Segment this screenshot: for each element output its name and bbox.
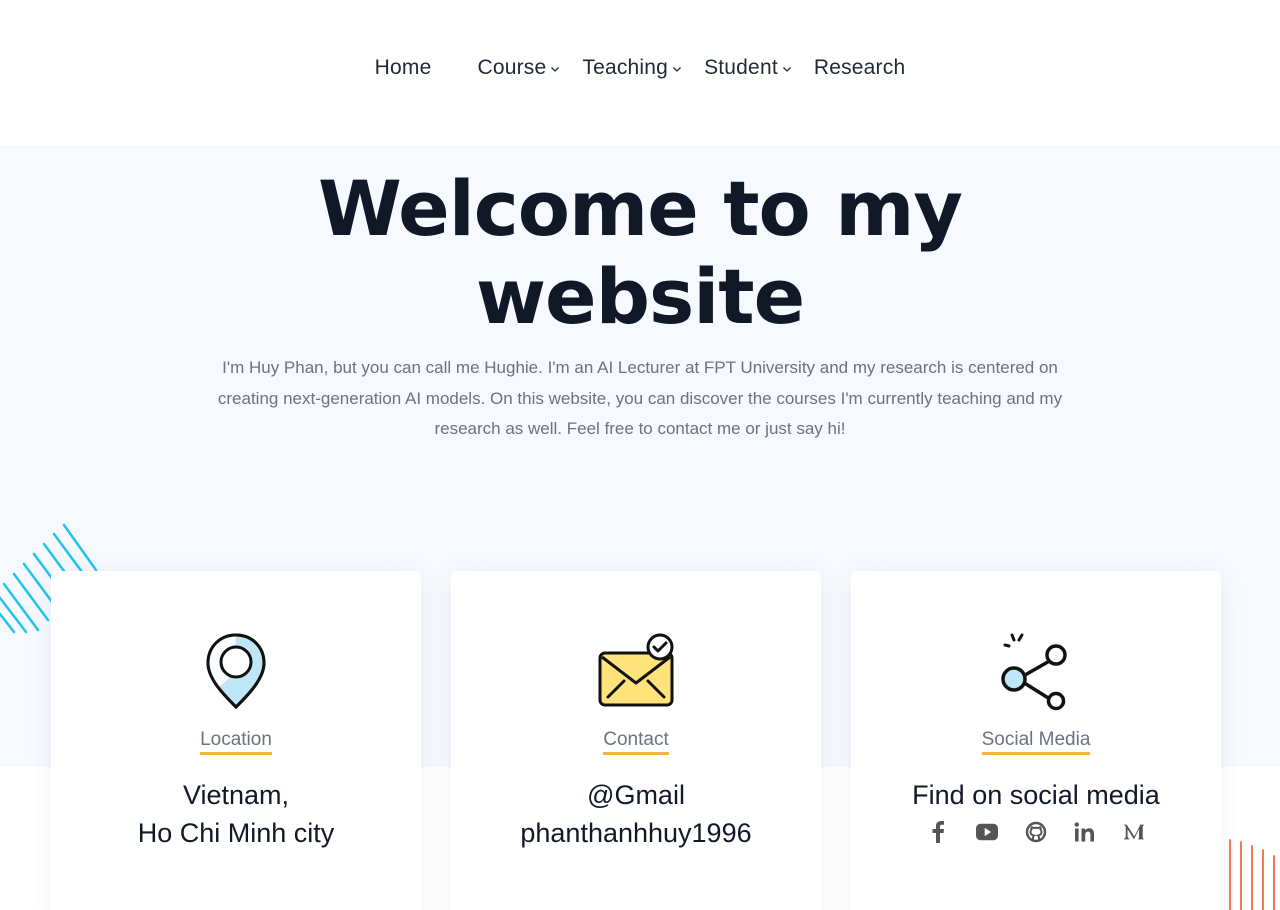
location-card: Location Vietnam, Ho Chi Minh city bbox=[51, 571, 421, 910]
nav-research-label: Research bbox=[813, 56, 906, 79]
nav-item-home[interactable]: Home bbox=[375, 56, 432, 80]
decorative-stripes-right bbox=[1229, 839, 1275, 910]
social-media-text: Find on social media bbox=[851, 776, 1221, 814]
social-media-label: Social Media bbox=[981, 729, 1091, 755]
envelope-check-icon bbox=[598, 633, 674, 707]
youtube-icon[interactable] bbox=[976, 821, 998, 843]
contact-label-wrap: Contact bbox=[451, 729, 821, 755]
medium-icon[interactable] bbox=[1123, 821, 1145, 843]
contact-card: Contact @Gmail phanthanhhuy1996 bbox=[451, 571, 821, 910]
linkedin-icon[interactable] bbox=[1074, 821, 1096, 843]
hero-title-line-2: website bbox=[475, 252, 805, 341]
contact-text: @Gmail phanthanhhuy1996 bbox=[451, 776, 821, 852]
nav-course-label: Course bbox=[477, 56, 547, 79]
github-icon[interactable] bbox=[1025, 821, 1047, 843]
nav-student-label: Student bbox=[704, 56, 778, 79]
chevron-down-icon bbox=[782, 67, 791, 72]
contact-line-1: @Gmail bbox=[587, 780, 685, 810]
social-media-line-1: Find on social media bbox=[912, 780, 1160, 810]
top-navigation: Home Course Teaching Student Research bbox=[0, 0, 1280, 145]
facebook-icon[interactable] bbox=[927, 821, 949, 843]
contact-line-2: phanthanhhuy1996 bbox=[520, 818, 752, 848]
location-label: Location bbox=[200, 729, 272, 755]
hero-title: Welcome to my website bbox=[0, 165, 1280, 341]
share-icon bbox=[1001, 633, 1067, 711]
hero-description: I'm Huy Phan, but you can call me Hughie… bbox=[217, 358, 1063, 438]
nav-teaching-label: Teaching bbox=[582, 56, 669, 79]
social-links bbox=[851, 821, 1221, 843]
nav-item-course[interactable]: Course bbox=[477, 56, 560, 80]
nav-menu: Home Course Teaching Student Research bbox=[0, 56, 1280, 80]
nav-home-label: Home bbox=[374, 56, 432, 79]
social-media-label-wrap: Social Media bbox=[851, 729, 1221, 755]
location-label-wrap: Location bbox=[51, 729, 421, 755]
chevron-down-icon bbox=[551, 67, 560, 72]
location-line-2: Ho Chi Minh city bbox=[137, 818, 335, 848]
contact-label: Contact bbox=[603, 729, 669, 755]
location-pin-icon bbox=[206, 633, 266, 710]
location-text: Vietnam, Ho Chi Minh city bbox=[51, 776, 421, 852]
nav-item-student[interactable]: Student bbox=[704, 56, 792, 80]
hero-title-line-1: Welcome to my bbox=[318, 164, 963, 253]
social-media-card: Social Media Find on social media bbox=[851, 571, 1221, 910]
location-line-1: Vietnam, bbox=[182, 780, 290, 810]
nav-item-teaching[interactable]: Teaching bbox=[582, 56, 682, 80]
chevron-down-icon bbox=[673, 67, 682, 72]
nav-item-research[interactable]: Research bbox=[814, 56, 905, 80]
